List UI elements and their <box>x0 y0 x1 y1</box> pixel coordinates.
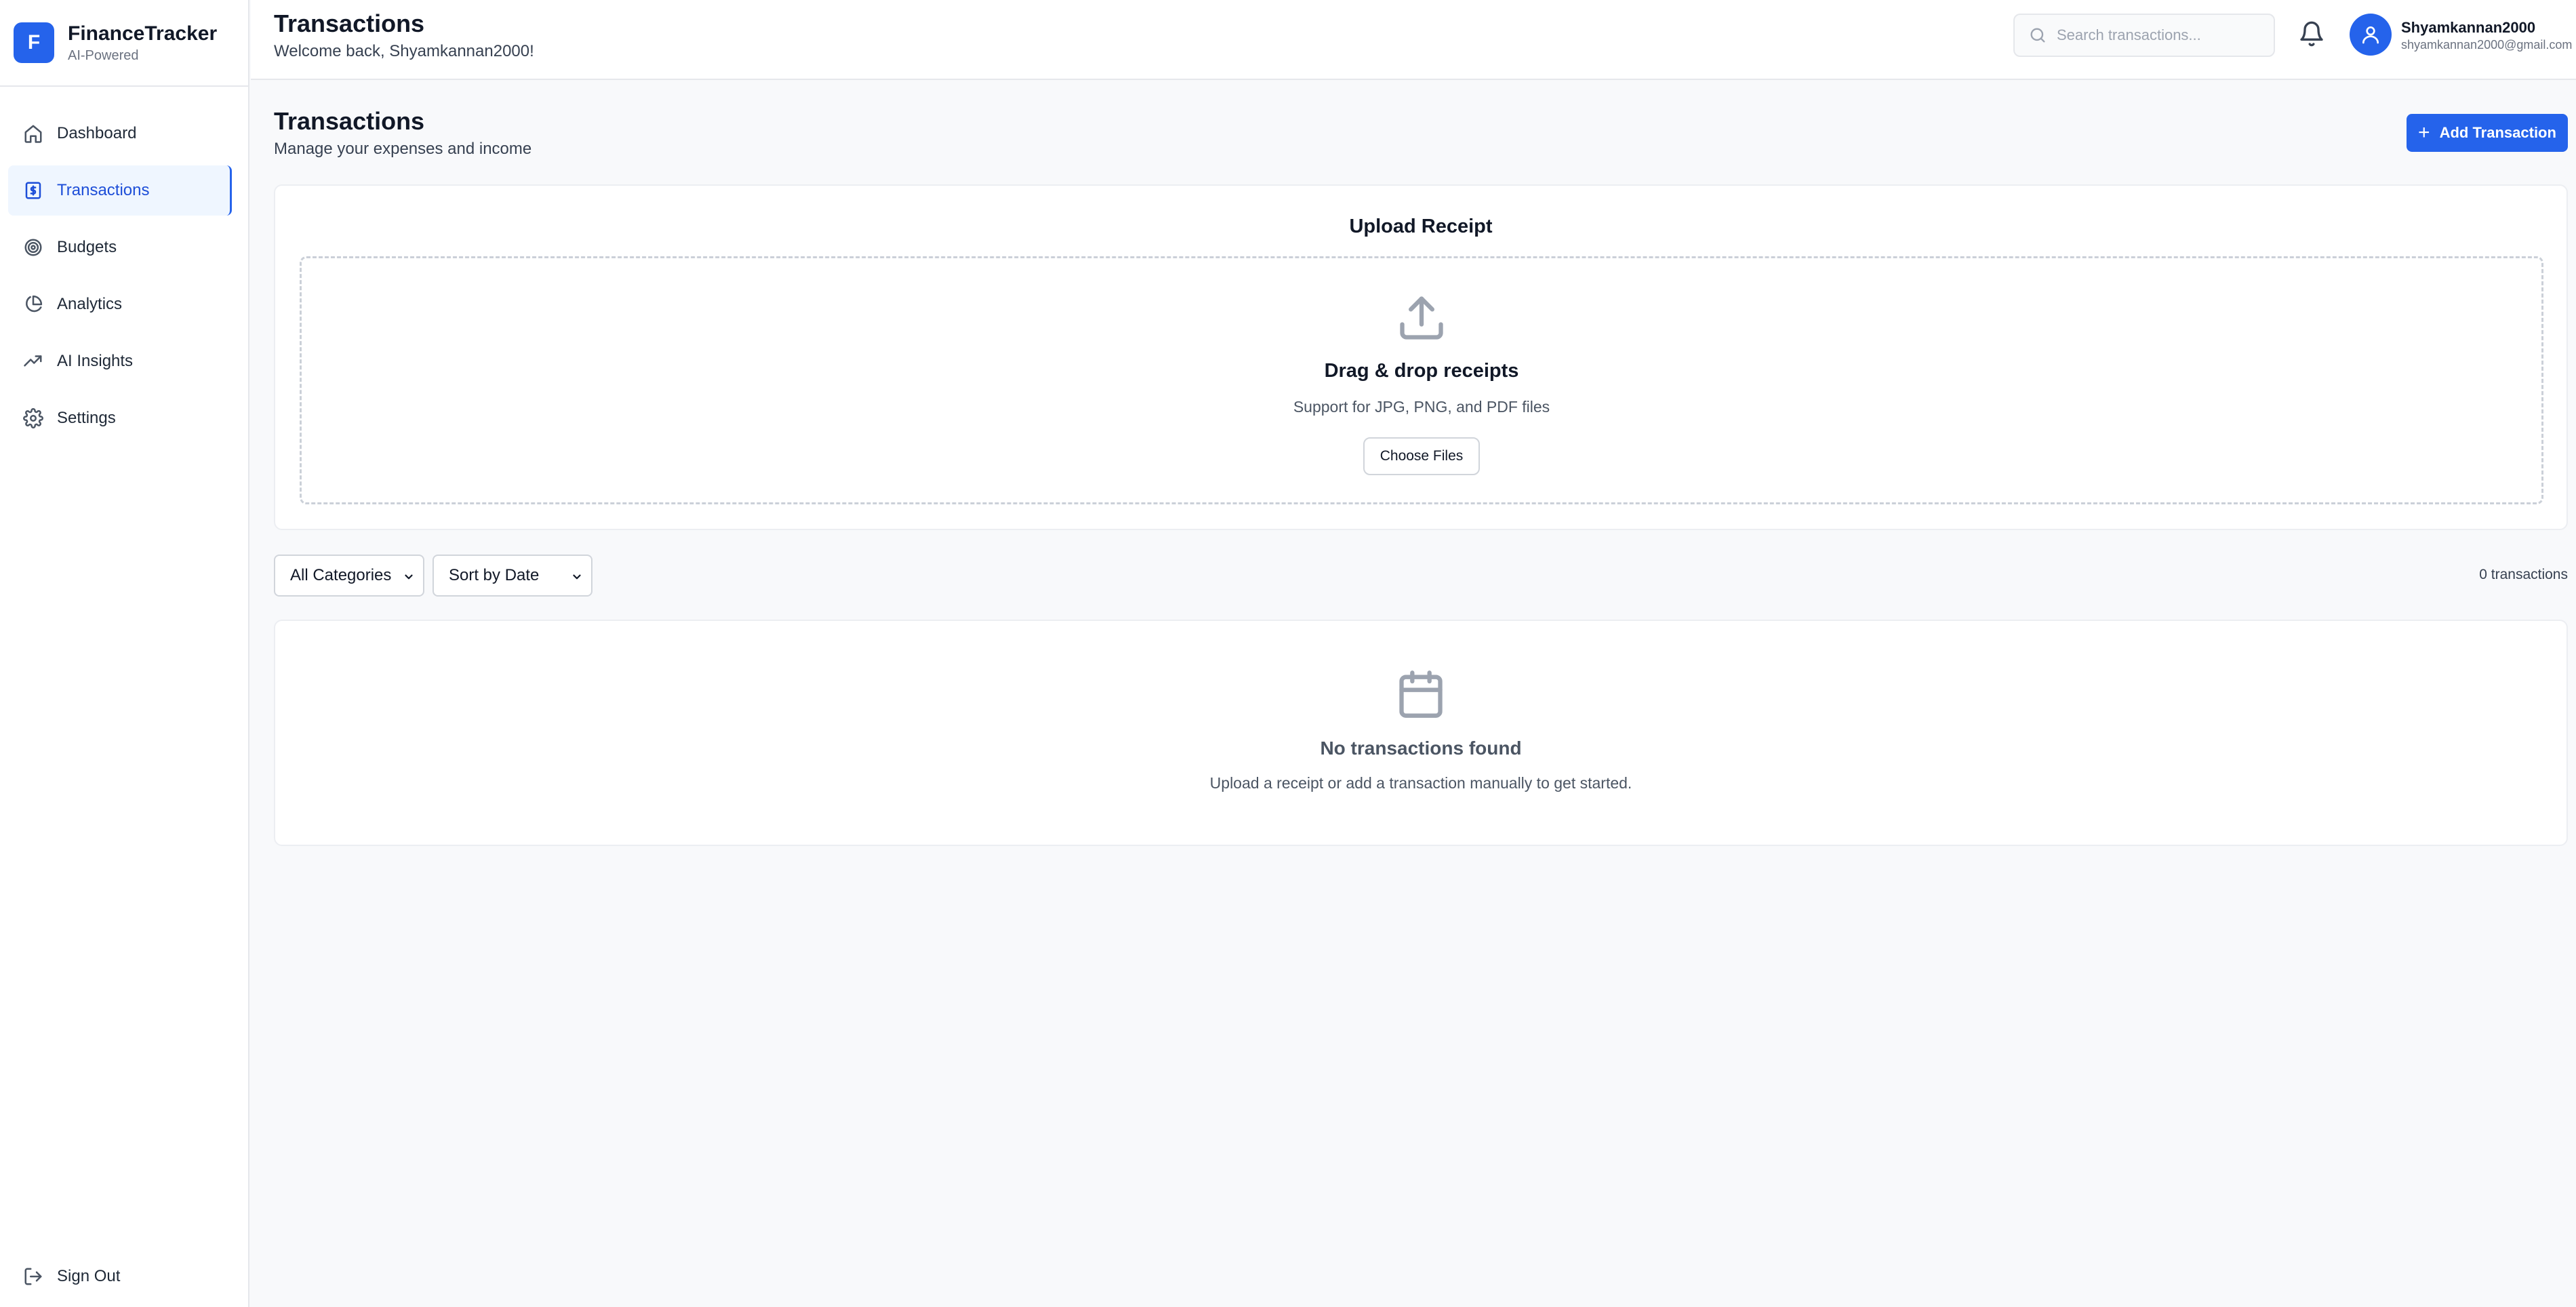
target-icon <box>23 237 43 258</box>
log-out-icon <box>23 1266 43 1287</box>
upload-title: Upload Receipt <box>1349 216 1493 237</box>
search-box[interactable] <box>2013 14 2275 57</box>
welcome-message: Welcome back, Shyamkannan2000! <box>274 42 534 60</box>
calendar-icon <box>1399 670 1443 718</box>
chevron-down-icon <box>573 574 581 580</box>
pie-chart-icon <box>23 294 43 315</box>
dropzone-support-text: Support for JPG, PNG, and PDF files <box>1293 398 1550 416</box>
trending-up-icon <box>23 351 43 371</box>
sidebar-item-settings[interactable]: Settings <box>8 393 232 443</box>
brand-tagline: AI-Powered <box>68 47 139 63</box>
sign-out-button[interactable]: Sign Out <box>8 1251 232 1302</box>
dropzone-title: Drag & drop receipts <box>1324 360 1519 382</box>
sidebar: F FinanceTracker AI-Powered Dashboard Tr… <box>0 0 249 1307</box>
category-filter-select[interactable]: All Categories <box>274 555 424 597</box>
home-icon <box>23 123 43 144</box>
brand-logo: F <box>14 22 54 63</box>
bell-icon[interactable] <box>2298 20 2325 47</box>
upload-receipt-card: Upload Receipt Drag & drop receipts Supp… <box>274 184 2568 530</box>
brand: F FinanceTracker AI-Powered <box>0 0 248 87</box>
plus-icon: + <box>2418 121 2430 144</box>
user-email: shyamkannan2000@gmail.com <box>2401 38 2573 52</box>
empty-state-title: No transactions found <box>1320 738 1522 759</box>
sidebar-item-ai-insights[interactable]: AI Insights <box>8 336 232 386</box>
avatar[interactable] <box>2350 14 2392 56</box>
sidebar-item-label: Dashboard <box>57 124 137 142</box>
receipt-dropzone[interactable]: Drag & drop receipts Support for JPG, PN… <box>300 256 2543 504</box>
sidebar-item-label: Analytics <box>57 295 123 313</box>
sidebar-item-label: Budgets <box>57 238 117 256</box>
sidebar-item-transactions[interactable]: Transactions <box>8 165 232 216</box>
upload-icon <box>1400 296 1443 340</box>
empty-state-card: No transactions found Upload a receipt o… <box>274 620 2568 846</box>
transaction-count: 0 transactions <box>2479 567 2568 582</box>
user-name: Shyamkannan2000 <box>2401 19 2536 36</box>
add-transaction-button[interactable]: + Add Transaction <box>2407 114 2568 152</box>
sort-select[interactable]: Sort by Date <box>432 555 592 597</box>
sidebar-item-label: Settings <box>57 409 116 427</box>
chevron-down-icon <box>405 574 413 580</box>
top-header: Transactions Welcome back, Shyamkannan20… <box>251 0 2576 80</box>
page-title: Transactions <box>274 107 425 135</box>
sidebar-item-label: AI Insights <box>57 352 134 370</box>
page-subtitle: Manage your expenses and income <box>274 140 532 158</box>
user-icon <box>2362 26 2379 44</box>
sign-out-label: Sign Out <box>57 1267 121 1285</box>
gear-icon <box>23 408 43 428</box>
sidebar-item-dashboard[interactable]: Dashboard <box>8 108 232 159</box>
search-input[interactable] <box>2057 26 2260 44</box>
brand-name: FinanceTracker <box>68 22 218 45</box>
header-title: Transactions <box>274 9 425 37</box>
sidebar-item-label: Transactions <box>57 181 150 199</box>
sidebar-item-budgets[interactable]: Budgets <box>8 222 232 273</box>
add-transaction-label: Add Transaction <box>2439 124 2556 141</box>
empty-state-subtitle: Upload a receipt or add a transaction ma… <box>1209 774 1632 792</box>
sidebar-item-analytics[interactable]: Analytics <box>8 279 232 329</box>
search-icon <box>2030 28 2045 43</box>
sidebar-nav: Dashboard Transactions Budgets Analytics… <box>0 87 248 443</box>
category-filter-value: All Categories <box>290 566 392 584</box>
receipt-icon <box>23 180 43 201</box>
choose-files-button[interactable]: Choose Files <box>1363 437 1480 475</box>
sort-value: Sort by Date <box>449 566 540 584</box>
